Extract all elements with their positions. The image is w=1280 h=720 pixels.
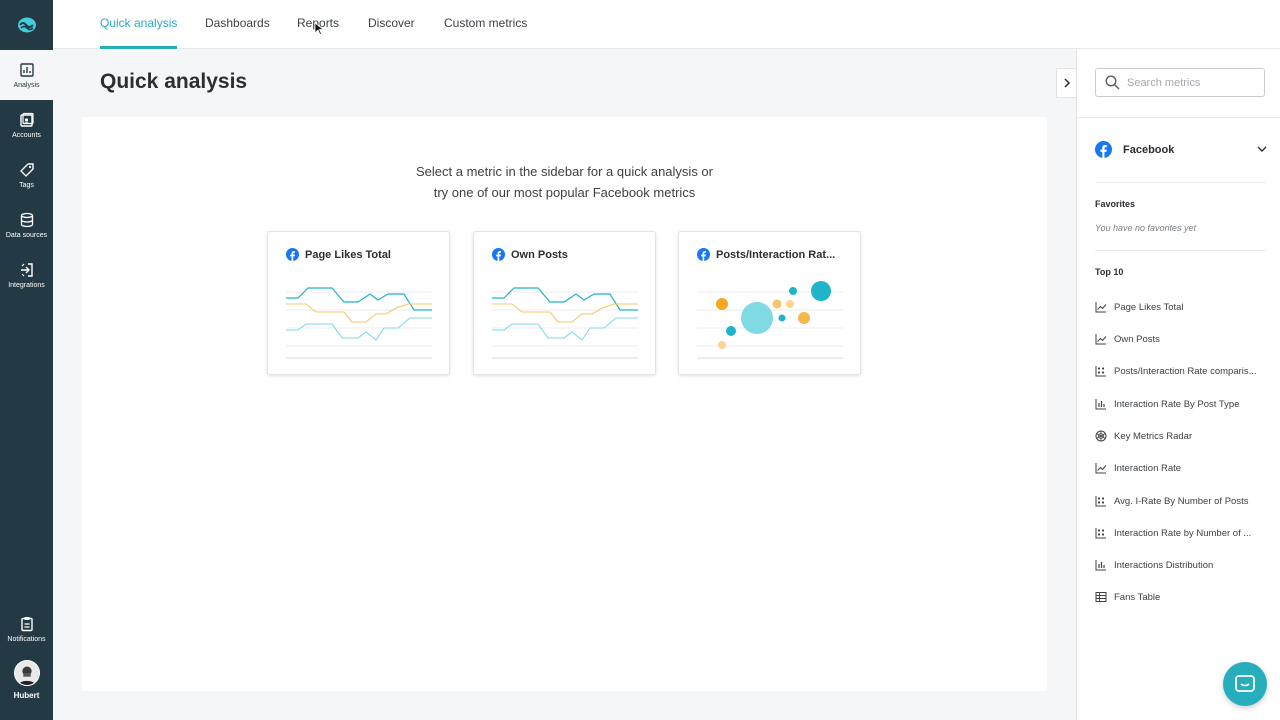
metric-label: Own Posts: [1114, 333, 1160, 345]
app-logo[interactable]: [0, 0, 53, 50]
divider: [1095, 250, 1266, 251]
card-title: Posts/Interaction Rat...: [716, 248, 836, 261]
search-icon: [1105, 75, 1120, 90]
radar-icon: [1095, 430, 1107, 442]
user-avatar-icon: [14, 661, 39, 685]
tab-custom-metrics[interactable]: Custom metrics: [444, 0, 527, 49]
user-name: Hubert: [13, 691, 40, 700]
bar-chart-icon: [1095, 399, 1106, 410]
divider: [1095, 182, 1266, 183]
line-chart-thumbnail: [492, 287, 638, 359]
metric-item-avg-i-rate[interactable]: Avg. I-Rate By Number of Posts: [1095, 492, 1275, 510]
tab-quick-analysis[interactable]: Quick analysis: [100, 0, 178, 49]
mouse-cursor-icon: [314, 22, 324, 36]
metric-label: Key Metrics Radar: [1114, 430, 1193, 442]
nav-item-accounts[interactable]: Accounts: [0, 100, 53, 150]
tag-icon: [19, 162, 34, 177]
card-header: Own Posts: [492, 248, 568, 261]
bubble-chart-thumbnail: [697, 281, 843, 359]
metric-item-interaction-rate-by-post-type[interactable]: Interaction Rate By Post Type: [1095, 395, 1275, 413]
facebook-icon: [286, 248, 299, 261]
table-icon: [1095, 592, 1107, 602]
card-header: Posts/Interaction Rat...: [697, 248, 835, 261]
nav-label: Data sources: [5, 231, 48, 239]
metric-label: Page Likes Total: [1114, 301, 1184, 313]
line-chart-thumbnail: [286, 287, 432, 359]
search-input[interactable]: [1127, 76, 1257, 89]
metric-item-interaction-rate[interactable]: Interaction Rate: [1095, 459, 1275, 477]
database-icon: [20, 212, 33, 227]
tab-dashboards[interactable]: Dashboards: [205, 0, 270, 49]
chevron-down-icon: [1257, 146, 1267, 152]
card-header: Page Likes Total: [286, 248, 391, 261]
nav-label: Integrations: [8, 281, 45, 289]
left-nav: Analysis Accounts Tags Data sources Inte…: [0, 0, 53, 720]
metric-card-page-likes-total[interactable]: Page Likes Total: [267, 231, 450, 375]
favorites-title: Favorites: [1095, 199, 1136, 209]
tab-discover[interactable]: Discover: [368, 0, 415, 49]
nav-label: Analysis: [13, 81, 40, 89]
favorites-empty-text: You have no favorites yet: [1095, 223, 1197, 233]
nav-item-data-sources[interactable]: Data sources: [0, 200, 53, 250]
bubble-chart-icon: [1095, 528, 1106, 539]
clipboard-icon: [20, 616, 33, 631]
facebook-icon: [492, 248, 505, 261]
divider: [1077, 117, 1280, 118]
metric-item-interactions-distribution[interactable]: Interactions Distribution: [1095, 556, 1275, 574]
collapse-sidebar-button[interactable]: [1056, 68, 1077, 98]
metric-card-posts-interaction-rate[interactable]: Posts/Interaction Rat...: [678, 231, 861, 375]
network-selector[interactable]: Facebook: [1095, 141, 1267, 158]
top-nav: Quick analysis Dashboards Reports Discov…: [53, 0, 1280, 49]
metrics-sidebar: Facebook Favorites You have no favorites…: [1076, 49, 1280, 720]
metric-item-own-posts[interactable]: Own Posts: [1095, 330, 1275, 348]
metric-label: Interactions Distribution: [1114, 559, 1214, 571]
user-menu[interactable]: Hubert: [0, 660, 53, 710]
metric-item-fans-table[interactable]: Fans Table: [1095, 588, 1275, 606]
network-name: Facebook: [1123, 143, 1175, 156]
nav-item-tags[interactable]: Tags: [0, 150, 53, 200]
intro-text: Select a metric in the sidebar for a qui…: [82, 161, 1047, 203]
page-title: Quick analysis: [100, 70, 248, 93]
chat-button[interactable]: [1223, 662, 1267, 706]
main-panel: [82, 117, 1047, 691]
nav-item-notifications[interactable]: Notifications: [0, 604, 53, 654]
metric-card-own-posts[interactable]: Own Posts: [473, 231, 656, 375]
metric-item-key-metrics-radar[interactable]: Key Metrics Radar: [1095, 427, 1275, 445]
chat-icon: [1235, 675, 1255, 692]
metric-label: Fans Table: [1114, 591, 1161, 603]
bubble-chart-icon: [1095, 496, 1106, 507]
bar-chart-icon: [1095, 560, 1106, 571]
bar-chart-icon: [19, 62, 34, 77]
search-box[interactable]: [1095, 68, 1265, 97]
metric-label: Posts/Interaction Rate comparis...: [1114, 365, 1257, 377]
metric-label: Avg. I-Rate By Number of Posts: [1114, 495, 1249, 507]
line-chart-icon: [1095, 463, 1107, 474]
facebook-icon: [1095, 141, 1112, 158]
line-chart-icon: [1095, 334, 1107, 345]
intro-line: try one of our most popular Facebook met…: [433, 185, 696, 200]
metric-label: Interaction Rate by Number of ...: [1114, 527, 1252, 539]
intro-line: Select a metric in the sidebar for a qui…: [416, 164, 713, 179]
bubble-chart-icon: [1095, 366, 1106, 377]
accounts-icon: [19, 112, 34, 127]
metric-item-page-likes-total[interactable]: Page Likes Total: [1095, 298, 1275, 316]
nav-item-analysis[interactable]: Analysis: [0, 50, 53, 100]
nav-label: Notifications: [7, 635, 46, 643]
card-title: Own Posts: [511, 248, 568, 261]
nav-label: Accounts: [12, 131, 41, 139]
chevron-right-icon: [1063, 78, 1070, 88]
metric-label: Interaction Rate: [1114, 462, 1182, 474]
logo-icon: [17, 17, 36, 33]
metric-label: Interaction Rate By Post Type: [1114, 398, 1240, 410]
top-metrics-title: Top 10: [1095, 267, 1124, 277]
card-title: Page Likes Total: [305, 248, 391, 261]
metric-item-posts-interaction-rate[interactable]: Posts/Interaction Rate comparis...: [1095, 362, 1275, 380]
facebook-icon: [697, 248, 710, 261]
line-chart-icon: [1095, 302, 1107, 313]
metric-item-interaction-rate-by-number[interactable]: Interaction Rate by Number of ...: [1095, 524, 1275, 542]
integrations-icon: [20, 262, 33, 277]
nav-label: Tags: [19, 181, 34, 189]
nav-item-integrations[interactable]: Integrations: [0, 250, 53, 300]
avatar: [13, 660, 40, 686]
